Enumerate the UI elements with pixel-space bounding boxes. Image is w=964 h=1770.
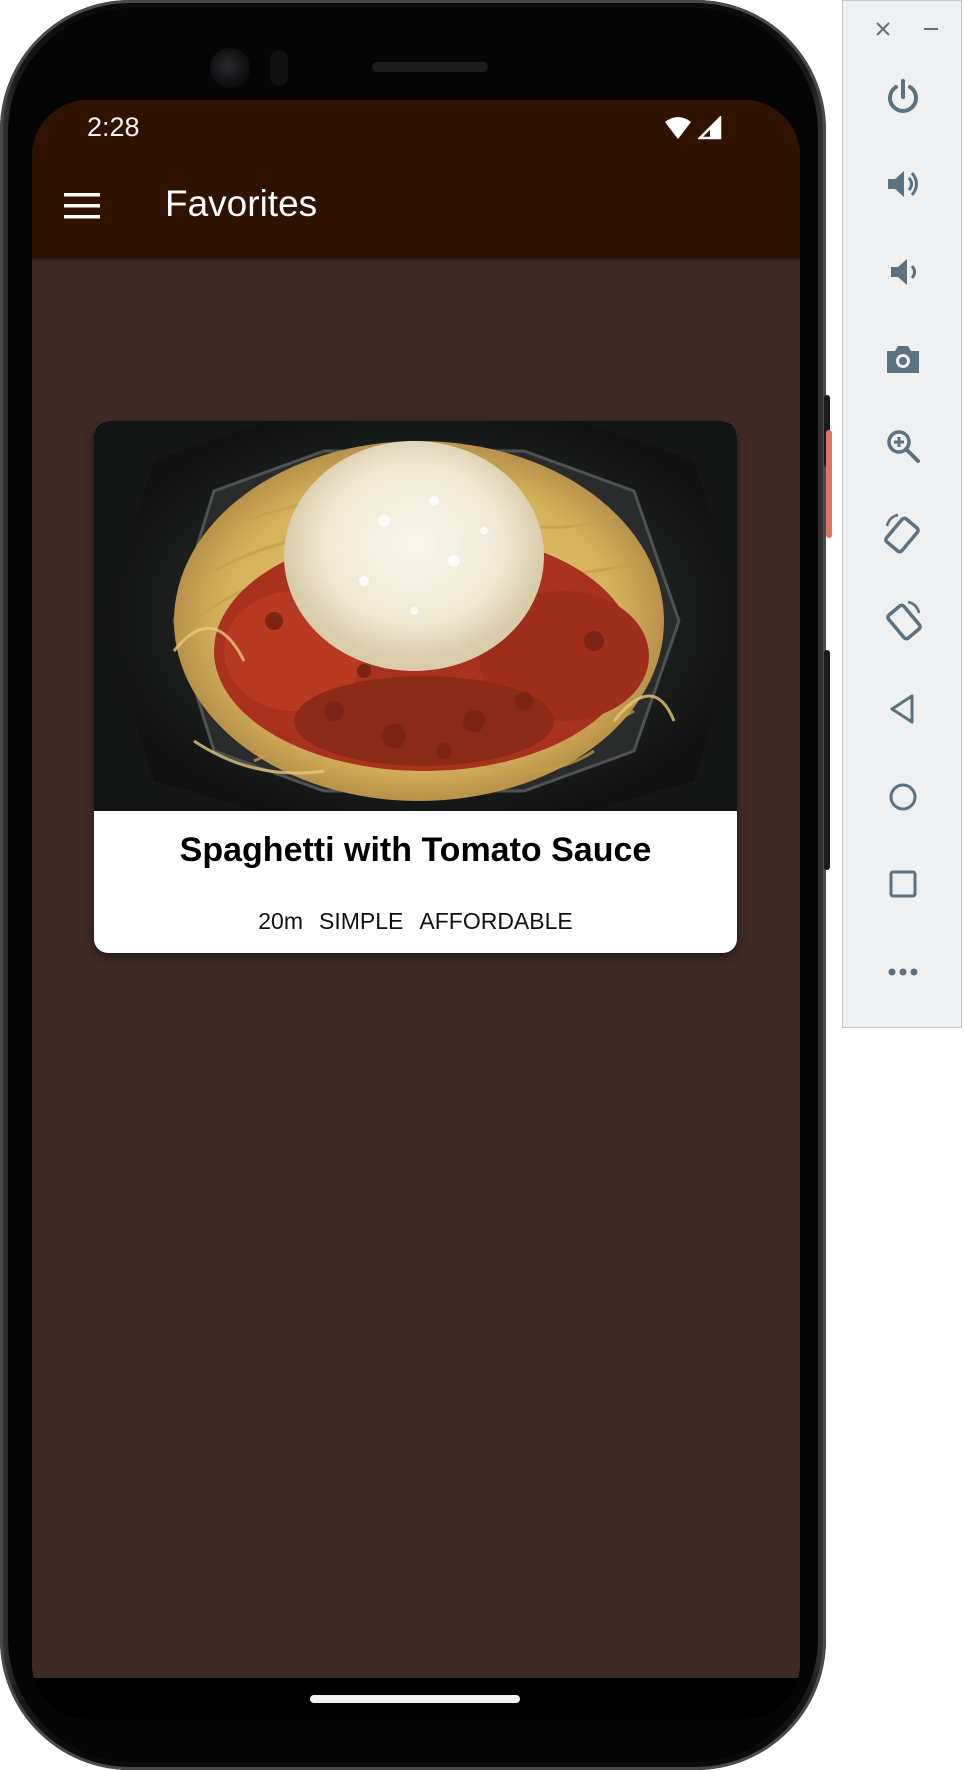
rotate-left-icon[interactable] xyxy=(873,504,933,564)
zoom-icon[interactable] xyxy=(873,416,933,476)
earpiece-speaker xyxy=(372,62,488,72)
phone-power-accent xyxy=(826,430,832,538)
more-icon[interactable] xyxy=(873,942,933,1002)
home-gesture-handle[interactable] xyxy=(310,1695,520,1703)
app-bar: Favorites xyxy=(32,156,800,258)
back-icon[interactable] xyxy=(873,679,933,739)
spaghetti-image xyxy=(94,421,737,811)
page-title: Favorites xyxy=(165,183,318,224)
device-screen: 2:28 Favorites Spaghetti with Tomato Sau… xyxy=(32,100,800,1720)
volume-up-icon[interactable] xyxy=(873,154,933,214)
hamburger-menu-icon[interactable] xyxy=(58,182,106,230)
power-icon[interactable] xyxy=(873,67,933,127)
favorites-list: Spaghetti with Tomato Sauce 20m SIMPLE A… xyxy=(32,258,800,1720)
meal-duration: 20m xyxy=(258,908,303,934)
phone-volume-rocker xyxy=(824,650,830,870)
overview-icon[interactable] xyxy=(873,854,933,914)
rotate-right-icon[interactable] xyxy=(873,591,933,651)
minimize-icon[interactable] xyxy=(917,15,945,43)
signal-icon xyxy=(696,114,722,142)
close-icon[interactable] xyxy=(869,15,897,43)
meal-title: Spaghetti with Tomato Sauce xyxy=(179,831,652,869)
front-camera-icon xyxy=(210,48,250,88)
emulator-window-controls xyxy=(843,15,963,45)
home-icon[interactable] xyxy=(873,767,933,827)
status-bar: 2:28 xyxy=(32,100,800,156)
meal-affordability: AFFORDABLE xyxy=(419,908,573,934)
proximity-sensor xyxy=(270,50,288,86)
meal-meta: 20m SIMPLE AFFORDABLE xyxy=(94,908,737,935)
meal-complexity: SIMPLE xyxy=(319,908,404,934)
emulator-toolbar xyxy=(842,0,962,1028)
status-icons xyxy=(664,114,722,142)
status-time: 2:28 xyxy=(87,112,140,142)
volume-down-icon[interactable] xyxy=(873,242,933,302)
meal-card[interactable]: Spaghetti with Tomato Sauce 20m SIMPLE A… xyxy=(94,421,737,953)
wifi-icon xyxy=(664,116,692,142)
camera-icon[interactable] xyxy=(873,329,933,389)
